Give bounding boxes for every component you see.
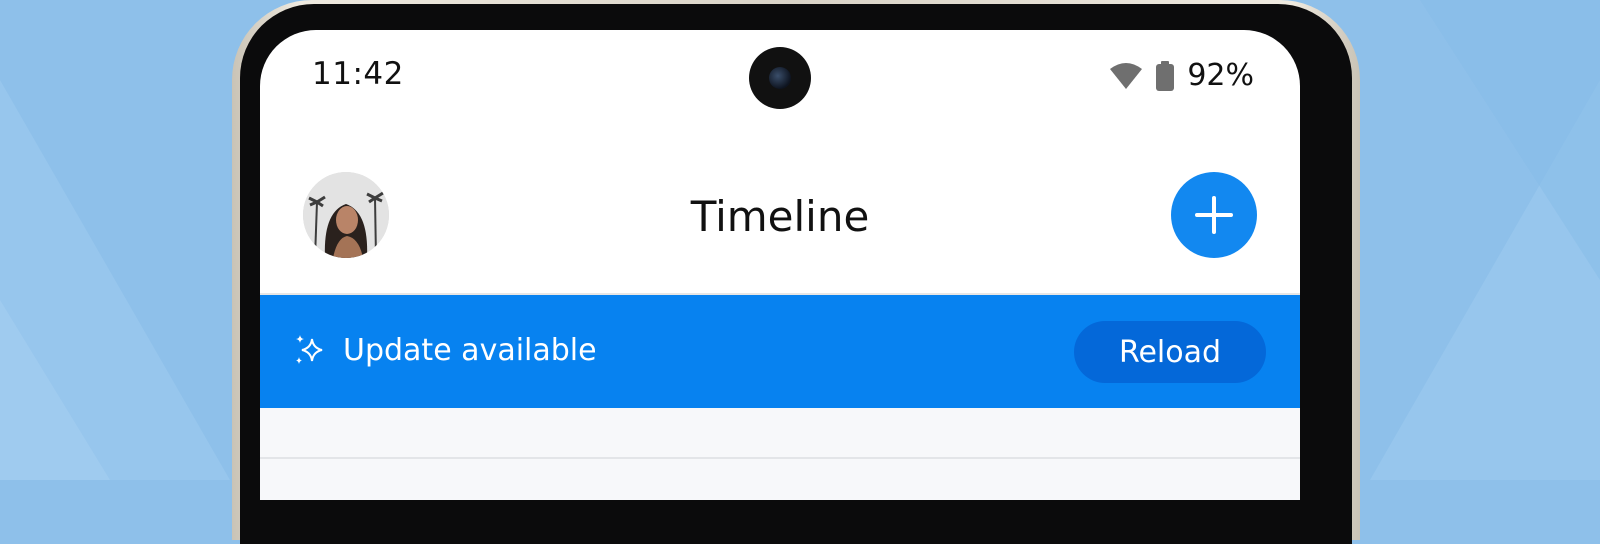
app-header: Timeline [260, 170, 1300, 294]
plus-icon [1195, 196, 1233, 234]
status-indicators: 92% [1109, 58, 1254, 93]
page-title: Timeline [690, 192, 870, 241]
battery-icon [1156, 60, 1175, 91]
front-camera [749, 47, 811, 109]
phone-screen: 11:42 92% Timeline Update available Relo… [260, 30, 1300, 500]
feed-separator [260, 457, 1300, 459]
battery-percent: 92% [1187, 58, 1254, 93]
wifi-icon [1110, 62, 1143, 89]
timeline-feed [260, 408, 1300, 500]
reload-button[interactable]: Reload [1074, 321, 1266, 383]
sparkle-icon [296, 335, 323, 364]
update-message: Update available [343, 333, 597, 368]
status-time: 11:42 [312, 56, 404, 92]
add-button[interactable] [1171, 172, 1257, 258]
update-banner: Update available Reload [260, 295, 1300, 408]
